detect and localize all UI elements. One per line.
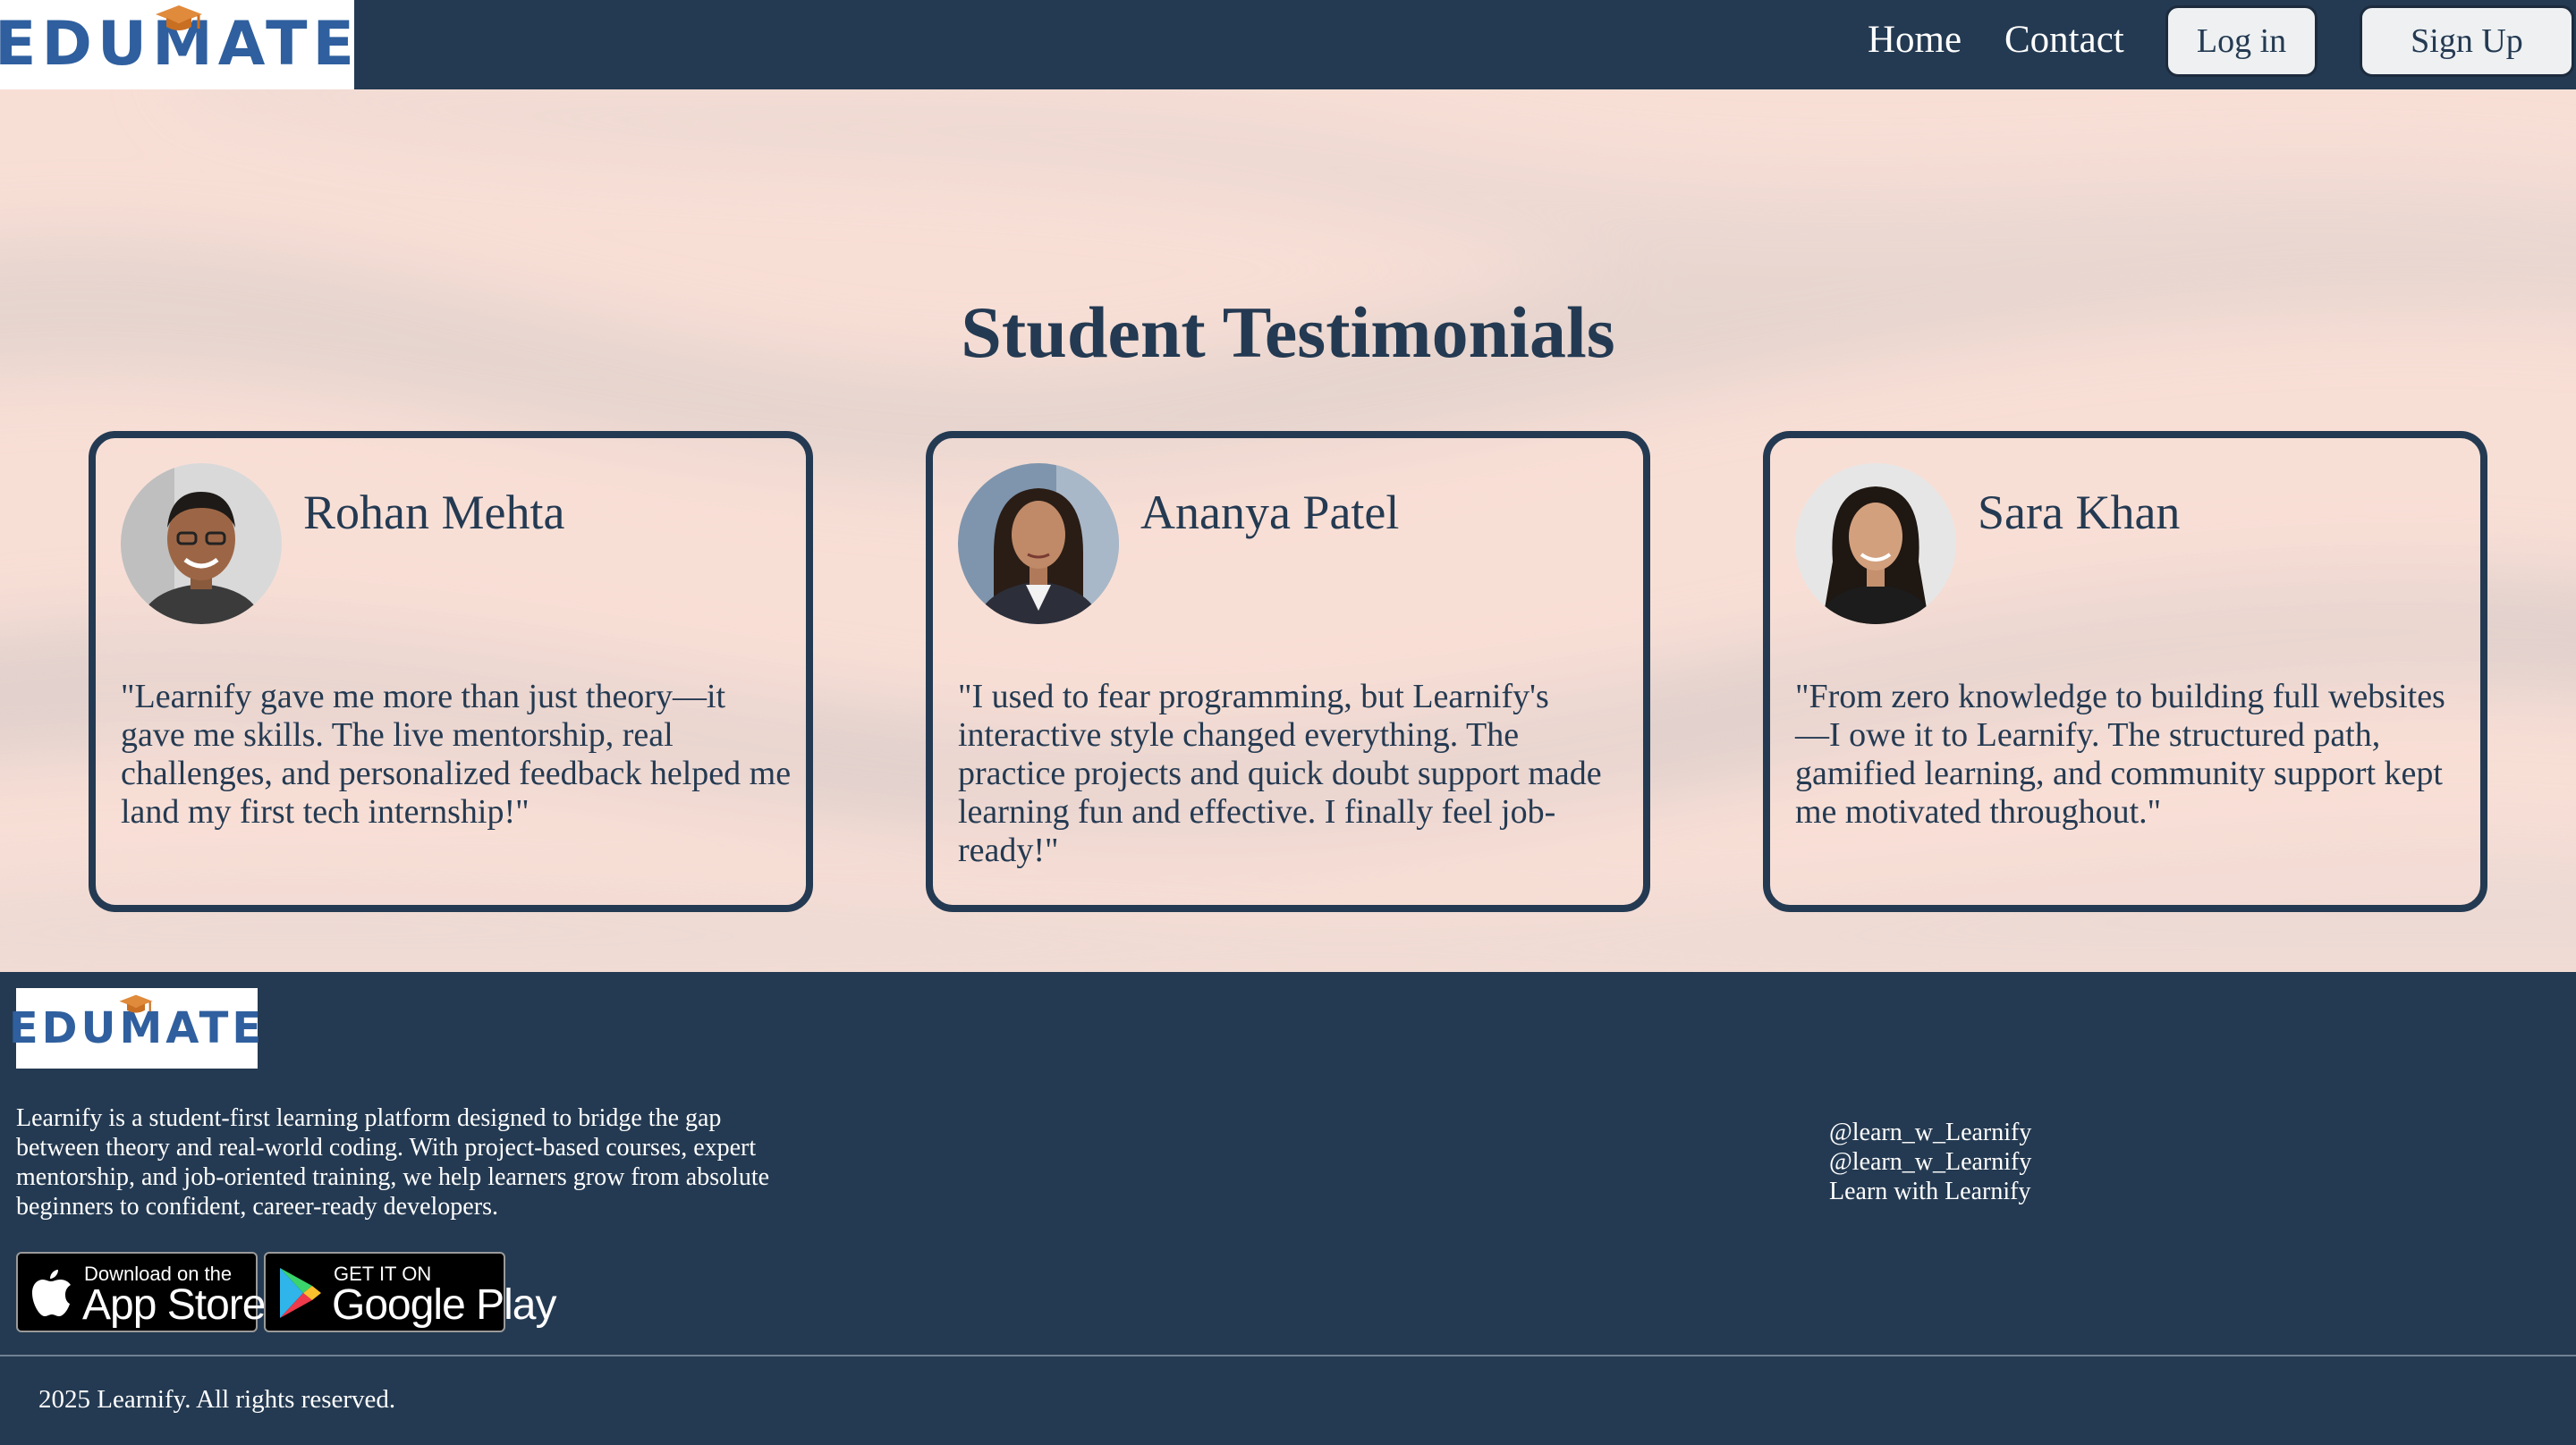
apple-icon [32, 1270, 71, 1316]
copyright-text: 2025 Learnify. All rights reserved. [38, 1385, 396, 1414]
footer-logo[interactable]: EDUMATE [9, 988, 261, 1069]
testimonial-name: Ananya Patel [1140, 486, 1400, 539]
footer: EDUMATE Learnify is a student-first lear… [0, 972, 2576, 1445]
testimonial-card: Sara Khan "From zero knowledge to buildi… [1763, 431, 2487, 912]
app-store-big-text: App Store [82, 1281, 266, 1329]
testimonials-title: Student Testimonials [961, 292, 1615, 373]
footer-divider [0, 1355, 2576, 1356]
avatar [958, 463, 1119, 624]
testimonial-quote: "I used to fear programming, but Learnif… [958, 678, 1602, 869]
app-store-badge[interactable]: Download on the App Store [16, 1252, 266, 1332]
testimonial-card: Rohan Mehta "Learnify gave me more than … [89, 431, 813, 912]
testimonial-quote: "Learnify gave me more than just theory—… [121, 678, 792, 831]
testimonial-quote: "From zero knowledge to building full we… [1795, 678, 2445, 831]
social-links: @learn_w_Learnify @learn_w_Learnify Lear… [1829, 1118, 2031, 1206]
graduation-cap-icon [119, 994, 153, 1013]
social-link[interactable]: Learn with Learnify [1829, 1177, 2031, 1206]
footer-about-text: Learnify is a student-first learning pla… [16, 1104, 770, 1221]
logo[interactable]: EDUMATE [0, 0, 354, 89]
google-play-big-text: Google Play [332, 1281, 556, 1329]
avatar [1795, 463, 1956, 624]
social-link[interactable]: @learn_w_Learnify [1829, 1147, 2031, 1177]
google-play-badge[interactable]: GET IT ON Google Play [264, 1252, 556, 1332]
nav-home-link[interactable]: Home [1868, 18, 1962, 62]
google-play-icon [280, 1268, 321, 1318]
signup-button[interactable]: Sign Up [2360, 5, 2574, 77]
login-button[interactable]: Log in [2165, 5, 2318, 77]
testimonial-name: Rohan Mehta [303, 486, 565, 539]
navbar: EDUMATE Home Contact Log in Sign Up [0, 0, 2576, 89]
testimonial-name: Sara Khan [1978, 486, 2181, 539]
nav-contact-link[interactable]: Contact [2004, 18, 2124, 62]
testimonial-card: Ananya Patel "I used to fear programming… [926, 431, 1650, 912]
social-link[interactable]: @learn_w_Learnify [1829, 1118, 2031, 1147]
graduation-cap-icon [156, 5, 202, 30]
avatar [121, 463, 282, 624]
testimonials-section: Student Testimonials Rohan Mehta "Learni… [0, 89, 2576, 972]
